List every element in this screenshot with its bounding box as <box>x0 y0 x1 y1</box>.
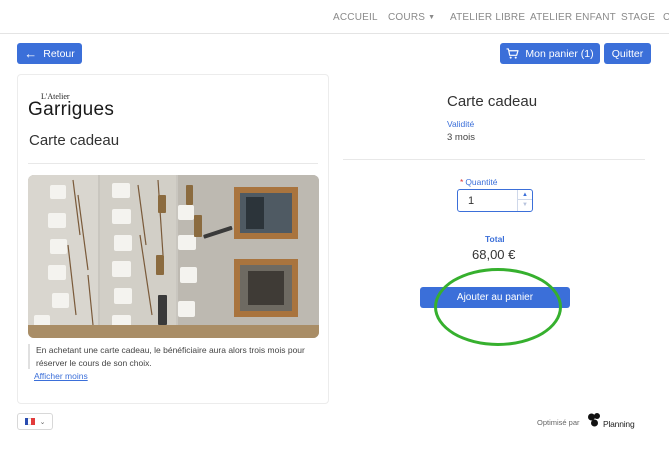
nav-item-label: ATELIER LIBRE <box>450 12 526 23</box>
validity-label: Validité <box>447 119 475 129</box>
quantity-label: * Quantité <box>460 177 497 187</box>
nav-item-atelier-libre[interactable]: ATELIER LIBRE <box>450 12 525 23</box>
powered-by-label: Optimisé par <box>537 418 580 427</box>
divider <box>343 159 645 160</box>
cart-button[interactable]: Mon panier (1) <box>500 43 600 64</box>
product-card: L'Atelier Garrigues Carte cadeau En ache… <box>17 74 329 404</box>
total-label: Total <box>485 234 505 244</box>
arrow-left-icon: ← <box>24 46 38 61</box>
nav-item-label: STAGE <box>621 12 656 23</box>
nav-item-accueil[interactable]: ACCUEIL <box>333 12 378 23</box>
nav-item-cours[interactable]: COURS ▼ <box>388 12 435 23</box>
quantity-spinner: ▲ ▼ <box>517 190 532 211</box>
planning-brand[interactable]: Planning <box>603 419 635 429</box>
chevron-down-icon: ▼ <box>428 14 436 21</box>
workshop-photo-illustration <box>28 175 319 338</box>
product-photo <box>28 175 319 338</box>
card-title: Carte cadeau <box>29 132 120 149</box>
quantity-label-text: Quantité <box>465 177 498 187</box>
nav-item-label: C <box>663 12 669 23</box>
add-to-cart-button[interactable]: Ajouter au panier <box>420 287 570 308</box>
language-selector[interactable]: ⌄ <box>17 413 53 430</box>
card-description: En achetant une carte cadeau, le bénéfic… <box>28 344 323 369</box>
required-mark: * <box>460 177 464 187</box>
top-navigation: ACCUEIL COURS ▼ ATELIER LIBRE ATELIER ENF… <box>0 0 669 34</box>
back-button-label: Retour <box>43 47 75 60</box>
quit-button[interactable]: Quitter <box>604 43 651 64</box>
total-value: 68,00 € <box>472 247 516 262</box>
divider <box>28 163 318 164</box>
triangle-down-icon[interactable]: ▼ <box>518 200 532 210</box>
back-button[interactable]: ← Retour <box>17 43 82 64</box>
triangle-up-icon[interactable]: ▲ <box>518 190 532 200</box>
nav-item-atelier-enfant[interactable]: ATELIER ENFANT <box>530 12 616 23</box>
nav-item-stage[interactable]: STAGE <box>621 12 655 23</box>
chevron-down-icon: ⌄ <box>39 418 46 426</box>
show-less-link[interactable]: Afficher moins <box>34 371 88 381</box>
nav-item-label: ATELIER ENFANT <box>530 12 616 23</box>
french-flag-icon <box>24 418 35 425</box>
nav-item-label: ACCUEIL <box>333 12 378 23</box>
validity-value: 3 mois <box>447 132 475 143</box>
add-to-cart-label: Ajouter au panier <box>456 292 534 303</box>
nav-item-truncated[interactable]: C <box>663 12 669 23</box>
nav-item-label: COURS <box>388 12 426 23</box>
product-title: Carte cadeau <box>447 93 538 110</box>
brand-logo: Garrigues <box>28 99 115 120</box>
quantity-input[interactable]: 1 <box>468 195 474 207</box>
quit-button-label: Quitter <box>611 47 644 60</box>
cart-icon <box>506 48 519 59</box>
planning-logo-icon <box>588 413 600 427</box>
cart-button-label: Mon panier (1) <box>525 47 594 60</box>
quantity-stepper[interactable]: 1 ▲ ▼ <box>457 189 533 212</box>
